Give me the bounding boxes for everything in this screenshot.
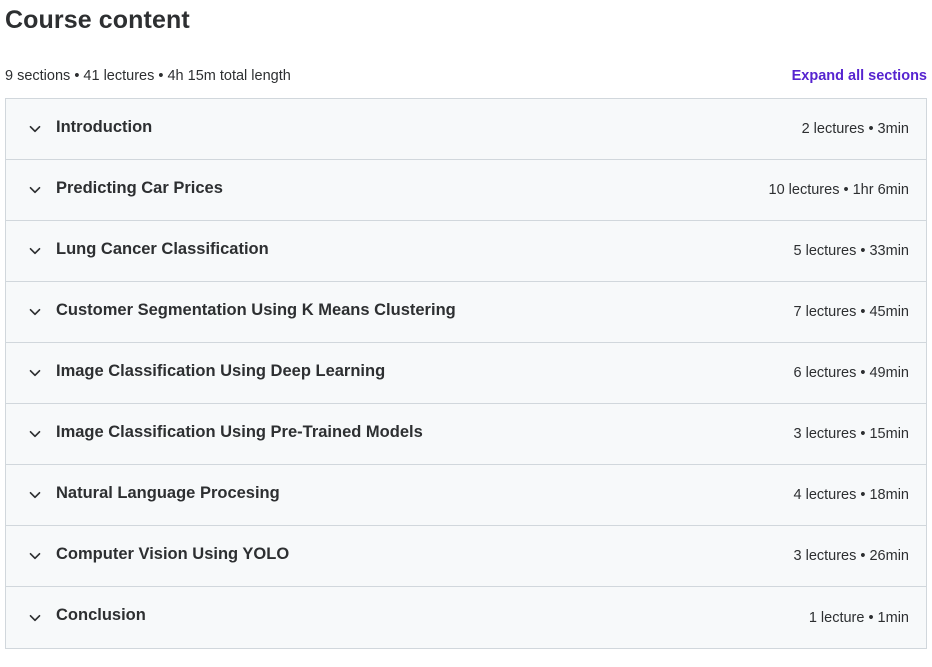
- course-summary-row: 9 sections • 41 lectures • 4h 15m total …: [5, 64, 927, 88]
- expand-all-sections-button[interactable]: Expand all sections: [792, 68, 927, 84]
- section-title: Introduction: [56, 117, 153, 136]
- section-title: Customer Segmentation Using K Means Clus…: [56, 300, 456, 319]
- section-title: Computer Vision Using YOLO: [56, 544, 290, 563]
- chevron-down-icon[interactable]: [27, 548, 43, 564]
- section-title: Image Classification Using Pre-Trained M…: [56, 422, 423, 441]
- section-meta: 6 lectures • 49min: [793, 365, 910, 381]
- section-accordion: Introduction 2 lectures • 3min Predictin…: [5, 98, 927, 649]
- section-title: Image Classification Using Deep Learning: [56, 361, 386, 380]
- chevron-down-icon[interactable]: [27, 121, 43, 137]
- section-title: Lung Cancer Classification: [56, 239, 269, 258]
- section-row-3[interactable]: Lung Cancer Classification 5 lectures • …: [6, 221, 926, 282]
- chevron-down-icon[interactable]: [27, 304, 43, 320]
- section-title: Predicting Car Prices: [56, 178, 223, 197]
- chevron-down-icon[interactable]: [27, 182, 43, 198]
- chevron-down-icon[interactable]: [27, 243, 43, 259]
- chevron-down-icon[interactable]: [27, 610, 43, 626]
- page-title: Course content: [5, 6, 190, 34]
- section-meta: 3 lectures • 15min: [793, 426, 910, 442]
- section-row-2[interactable]: Predicting Car Prices 10 lectures • 1hr …: [6, 160, 926, 221]
- section-row-6[interactable]: Image Classification Using Pre-Trained M…: [6, 404, 926, 465]
- section-row-9[interactable]: Conclusion 1 lecture • 1min: [6, 587, 926, 648]
- section-row-7[interactable]: Natural Language Procesing 4 lectures • …: [6, 465, 926, 526]
- section-list: Introduction 2 lectures • 3min Predictin…: [6, 99, 926, 648]
- section-meta: 1 lecture • 1min: [808, 609, 909, 626]
- chevron-down-icon[interactable]: [27, 426, 43, 442]
- section-meta: 7 lectures • 45min: [793, 304, 910, 320]
- section-row-4[interactable]: Customer Segmentation Using K Means Clus…: [6, 282, 926, 343]
- chevron-down-icon[interactable]: [27, 487, 43, 503]
- section-meta: 4 lectures • 18min: [793, 487, 910, 503]
- section-row-5[interactable]: Image Classification Using Deep Learning…: [6, 343, 926, 404]
- section-title: Natural Language Procesing: [56, 483, 280, 502]
- section-row-1[interactable]: Introduction 2 lectures • 3min: [6, 99, 926, 160]
- chevron-down-icon[interactable]: [27, 365, 43, 381]
- section-title: Conclusion: [56, 606, 146, 624]
- section-meta: 2 lectures • 3min: [801, 121, 909, 137]
- section-meta: 3 lectures • 26min: [793, 548, 910, 564]
- course-summary: 9 sections • 41 lectures • 4h 15m total …: [5, 68, 291, 84]
- section-row-8[interactable]: Computer Vision Using YOLO 3 lectures • …: [6, 526, 926, 587]
- section-meta: 5 lectures • 33min: [793, 243, 910, 259]
- section-meta: 10 lectures • 1hr 6min: [768, 182, 909, 198]
